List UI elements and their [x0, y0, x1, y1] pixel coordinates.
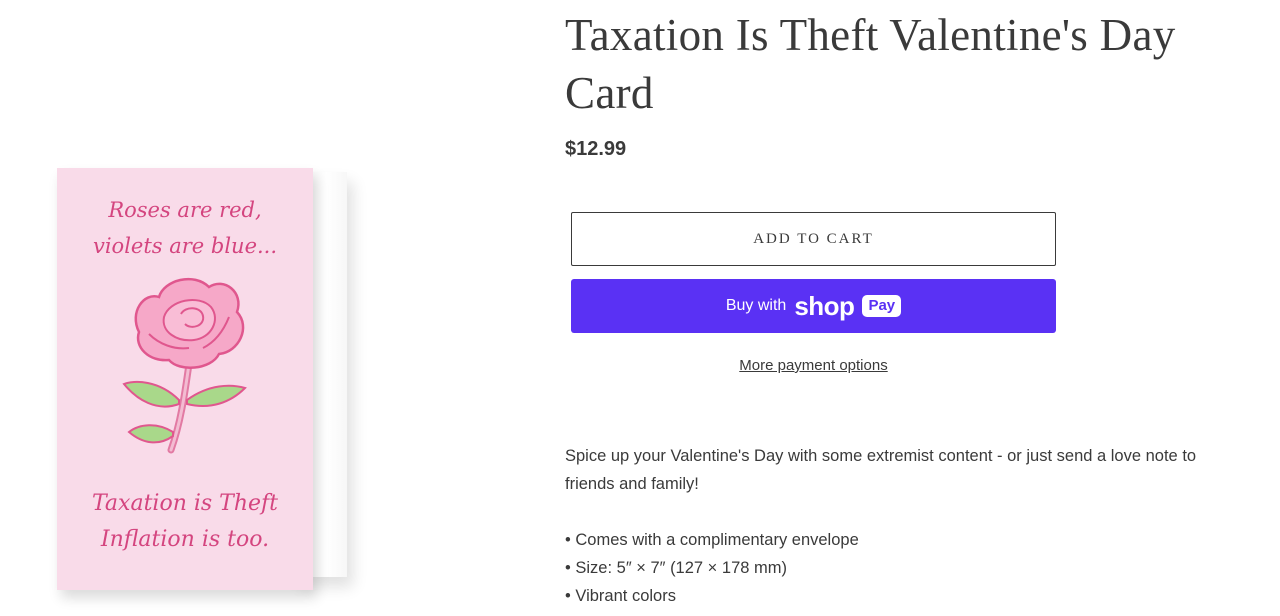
product-description: Spice up your Valentine's Day with some …	[565, 442, 1215, 498]
shop-pay-button[interactable]: Buy with shop Pay	[571, 279, 1056, 333]
feature-list: Comes with a complimentary envelope Size…	[565, 526, 1215, 610]
product-title: Taxation Is Theft Valentine's Day Card	[565, 10, 1176, 118]
more-payment-options-link[interactable]: More payment options	[571, 357, 1056, 374]
product-price: $12.99	[565, 138, 627, 160]
product-image[interactable]: Roses are red, violets are blue... Taxat…	[40, 150, 370, 616]
add-to-cart-button[interactable]: ADD TO CART	[571, 212, 1056, 266]
feature-item: Vibrant colors	[565, 582, 1215, 610]
card-bottom-verse: Taxation is Theft Inflation is too.	[57, 486, 313, 558]
shop-logo-text: shop	[794, 290, 855, 321]
pay-badge: Pay	[862, 295, 902, 317]
card-line-3: Taxation is Theft	[91, 491, 279, 516]
description-intro: Spice up your Valentine's Day with some …	[565, 447, 1197, 493]
feature-item: Comes with a complimentary envelope	[565, 526, 1215, 554]
buy-with-label: Buy with	[725, 297, 787, 314]
card-line-4: Inflation is too.	[100, 527, 270, 552]
card-front-panel: Roses are red, violets are blue... Taxat…	[57, 168, 313, 590]
feature-item: Size: 5″ × 7″ (127 × 178 mm)	[565, 554, 1215, 582]
card-line-1: Roses are red,	[108, 198, 262, 222]
rose-illustration	[122, 277, 247, 454]
card-top-verse: Roses are red, violets are blue...	[57, 192, 313, 264]
card-line-2: violets are blue...	[92, 234, 278, 258]
